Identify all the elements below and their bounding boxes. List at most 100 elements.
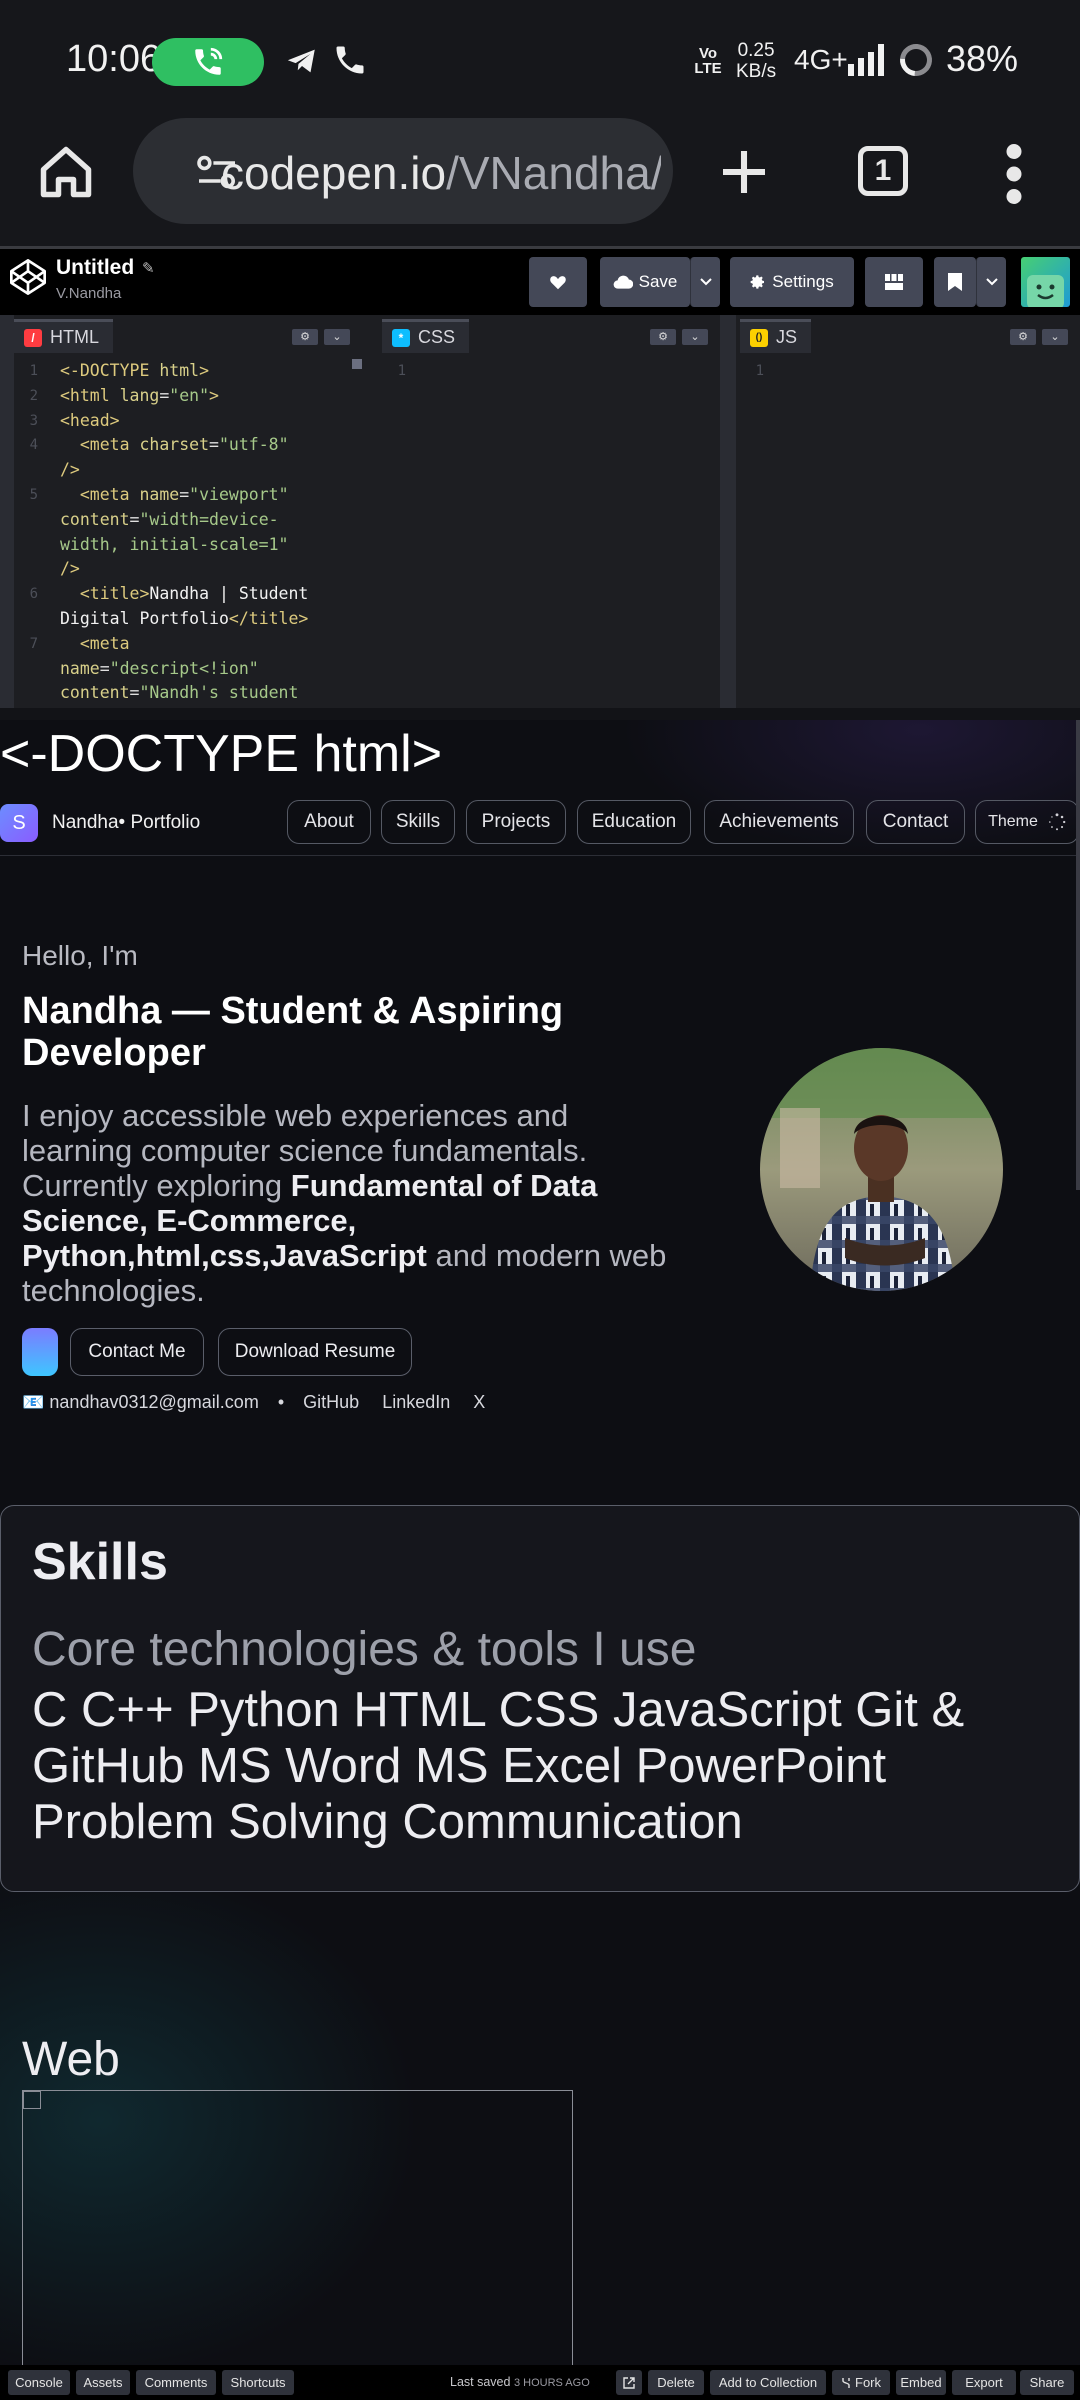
brand-logo[interactable]: S bbox=[0, 804, 38, 842]
preview-scrollbar[interactable] bbox=[1076, 720, 1080, 1190]
codepen-header: Untitled ✎ V.Nandha Save Settings bbox=[0, 249, 1080, 315]
address-bar[interactable]: codepen.io/VNandha/ bbox=[133, 118, 673, 224]
pen-author[interactable]: V.Nandha bbox=[56, 285, 121, 302]
css-editor[interactable]: * CSS ⚙ ⌄ 1 bbox=[382, 315, 720, 708]
html-badge-icon: / bbox=[24, 328, 42, 347]
pin-button[interactable] bbox=[934, 257, 976, 307]
linkedin-link[interactable]: LinkedIn bbox=[382, 1392, 450, 1412]
browser-toolbar: codepen.io/VNandha/ 1 bbox=[0, 118, 1080, 246]
layout-grid-icon bbox=[885, 274, 903, 290]
tab-css[interactable]: * CSS bbox=[382, 319, 470, 353]
pin-options-button[interactable] bbox=[976, 257, 1006, 307]
codepen-footer: Console Assets Comments Shortcuts Last s… bbox=[0, 2365, 1080, 2400]
nav-link-skills[interactable]: Skills bbox=[381, 800, 455, 844]
broken-image bbox=[22, 2090, 573, 2365]
open-external-button[interactable] bbox=[616, 2370, 642, 2395]
hero-intro: I enjoy accessible web experiences and l… bbox=[22, 1098, 667, 1308]
fork-button[interactable]: Fork bbox=[832, 2370, 890, 2395]
fork-icon bbox=[842, 2377, 850, 2388]
chevron-down-icon bbox=[699, 278, 712, 286]
home-icon[interactable] bbox=[36, 142, 96, 202]
download-resume-button[interactable]: Download Resume bbox=[218, 1328, 412, 1376]
tab-html[interactable]: / HTML bbox=[14, 319, 113, 353]
save-button[interactable]: Save bbox=[600, 257, 690, 307]
x-link[interactable]: X bbox=[473, 1392, 485, 1412]
embed-button[interactable]: Embed bbox=[896, 2370, 946, 2395]
clock: 10:06 bbox=[66, 38, 162, 80]
js-editor[interactable]: () JS ⚙ ⌄ 1 bbox=[740, 315, 1080, 708]
chevron-down-icon[interactable]: ⌄ bbox=[324, 329, 350, 345]
contact-me-button[interactable]: Contact Me bbox=[70, 1328, 204, 1376]
css-code[interactable]: 1 bbox=[382, 359, 720, 384]
share-button[interactable]: Share bbox=[1020, 2370, 1074, 2395]
chevron-down-icon bbox=[985, 278, 998, 286]
love-button[interactable] bbox=[529, 257, 587, 307]
skills-card: Skills Core technologies & tools I use C… bbox=[0, 1505, 1080, 1892]
email-link[interactable]: 📧 nandhav0312@gmail.com bbox=[22, 1392, 259, 1412]
stray-doctype-text: <-DOCTYPE html> bbox=[0, 725, 443, 783]
cloud-icon bbox=[613, 275, 633, 289]
export-button[interactable]: Export bbox=[952, 2370, 1016, 2395]
nav-link-contact[interactable]: Contact bbox=[866, 800, 965, 844]
js-code[interactable]: 1 bbox=[740, 359, 1080, 384]
delete-button[interactable]: Delete bbox=[648, 2370, 704, 2395]
pane-gutter bbox=[720, 315, 736, 708]
broken-image-icon bbox=[23, 2091, 41, 2109]
nav-link-achievements[interactable]: Achievements bbox=[704, 800, 854, 844]
network-speed: 0.25 KB/s bbox=[736, 40, 777, 82]
avatar-face-icon bbox=[1027, 275, 1064, 307]
gradient-button[interactable] bbox=[22, 1328, 58, 1376]
nav-link-about[interactable]: About bbox=[287, 800, 371, 844]
html-code[interactable]: 1 <-DOCTYPE html> 2 <html lang="en"> 3 <hea… bbox=[14, 359, 380, 706]
save-options-button[interactable] bbox=[690, 257, 720, 307]
css-badge-icon: * bbox=[392, 328, 410, 347]
volte-indicator: Vo LTE bbox=[694, 45, 722, 77]
battery-level: 38% bbox=[946, 38, 1019, 79]
shortcuts-button[interactable]: Shortcuts bbox=[222, 2370, 294, 2395]
phone-icon bbox=[336, 46, 364, 74]
site-nav: S Nandha• Portfolio About Skills Project… bbox=[0, 788, 1080, 856]
user-avatar[interactable] bbox=[1021, 257, 1070, 307]
tab-switcher-button[interactable]: 1 bbox=[858, 146, 908, 196]
more-menu-icon[interactable] bbox=[1004, 144, 1024, 204]
telegram-icon bbox=[287, 49, 315, 73]
chevron-down-icon[interactable]: ⌄ bbox=[682, 329, 708, 345]
nav-link-education[interactable]: Education bbox=[577, 800, 691, 844]
signal-icon bbox=[848, 44, 884, 76]
js-badge-icon: () bbox=[750, 328, 768, 347]
settings-button[interactable]: Settings bbox=[730, 257, 854, 307]
theme-toggle[interactable]: Theme bbox=[975, 800, 1079, 844]
chevron-down-icon[interactable]: ⌄ bbox=[1042, 329, 1068, 345]
battery-icon bbox=[893, 37, 939, 83]
url-text[interactable]: codepen.io/VNandha/ bbox=[221, 146, 661, 200]
separator-dot: • bbox=[277, 1392, 285, 1412]
nav-link-projects[interactable]: Projects bbox=[466, 800, 566, 844]
pen-title[interactable]: Untitled bbox=[56, 256, 134, 280]
web-section-heading: Web bbox=[22, 2033, 120, 2086]
external-link-icon bbox=[623, 2376, 635, 2389]
edit-title-icon[interactable]: ✎ bbox=[142, 259, 155, 277]
gear-icon[interactable]: ⚙ bbox=[292, 329, 318, 345]
new-tab-icon[interactable] bbox=[716, 144, 772, 200]
heart-icon bbox=[550, 276, 566, 290]
status-bar: 10:06 Vo LTE 0.25 KB/s 4G+ 38% bbox=[0, 0, 1080, 118]
codepen-logo-icon[interactable] bbox=[8, 257, 48, 297]
hero-headline: Nandha — Student & Aspiring Developer bbox=[22, 990, 564, 1074]
active-call-chip[interactable] bbox=[152, 38, 264, 86]
result-preview[interactable]: <-DOCTYPE html> S Nandha• Portfolio Abou… bbox=[0, 720, 1080, 2365]
bookmark-icon bbox=[948, 273, 962, 291]
gear-icon[interactable]: ⚙ bbox=[1010, 329, 1036, 345]
change-view-button[interactable] bbox=[865, 257, 923, 307]
tab-js[interactable]: () JS bbox=[740, 319, 812, 353]
brand-name[interactable]: Nandha• Portfolio bbox=[52, 812, 200, 834]
html-editor[interactable]: / HTML ⚙ ⌄ 1 <-DOCTYPE html> 2 <html lang=… bbox=[14, 315, 380, 708]
phone-call-icon bbox=[195, 47, 223, 75]
assets-button[interactable]: Assets bbox=[76, 2370, 130, 2395]
github-link[interactable]: GitHub bbox=[303, 1392, 359, 1412]
gear-icon[interactable]: ⚙ bbox=[650, 329, 676, 345]
console-button[interactable]: Console bbox=[8, 2370, 70, 2395]
hero-greeting: Hello, I'm bbox=[22, 940, 138, 971]
add-to-collection-button[interactable]: Add to Collection bbox=[710, 2370, 826, 2395]
skills-title: Skills bbox=[32, 1533, 168, 1591]
comments-button[interactable]: Comments bbox=[136, 2370, 216, 2395]
